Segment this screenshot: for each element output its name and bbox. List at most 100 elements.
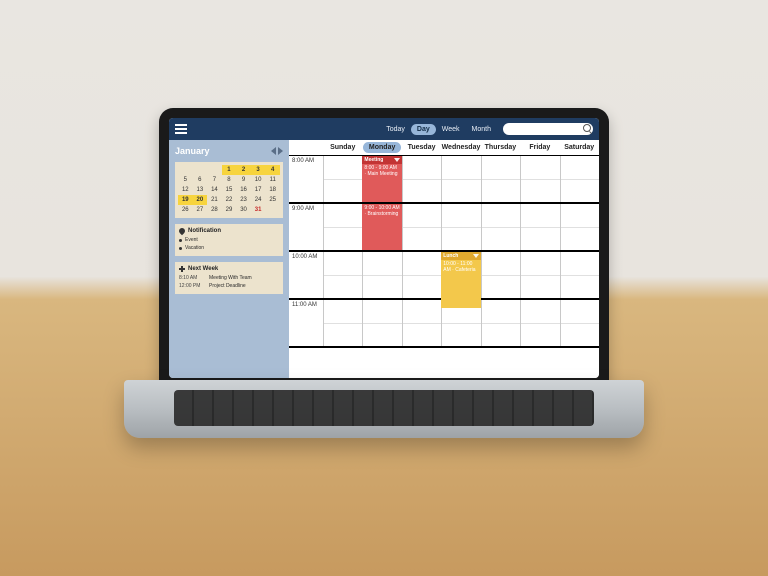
app-root: TodayDayWeekMonth January [169, 118, 599, 378]
cal-day[interactable]: 16 [236, 185, 251, 195]
time-slot[interactable] [560, 204, 599, 250]
cal-day[interactable]: 10 [251, 175, 266, 185]
day-header-tuesday[interactable]: Tuesday [402, 140, 441, 155]
time-slot[interactable] [402, 156, 441, 202]
time-slot[interactable] [560, 252, 599, 298]
cal-day[interactable]: 31 [251, 205, 266, 215]
cal-day [193, 165, 208, 175]
cal-day[interactable]: 13 [193, 185, 208, 195]
cal-day[interactable]: 26 [178, 205, 193, 215]
notification-panel: Notification EventVacation [175, 224, 283, 256]
plus-icon[interactable] [179, 266, 185, 272]
view-month[interactable]: Month [466, 124, 497, 135]
cal-day[interactable]: 18 [265, 185, 280, 195]
bell-icon [178, 227, 186, 235]
dot-icon [179, 247, 182, 250]
cal-day[interactable]: 27 [193, 205, 208, 215]
time-slot[interactable] [323, 300, 362, 346]
cal-day[interactable]: 19 [178, 195, 193, 205]
prev-month-icon[interactable] [271, 147, 276, 155]
time-slot[interactable] [402, 300, 441, 346]
time-slot[interactable] [441, 204, 480, 250]
cal-day[interactable]: 7 [207, 175, 222, 185]
event-block[interactable]: Meeting8:00 - 9:00 AM · Main Meeting [362, 156, 401, 202]
cal-day[interactable]: 28 [207, 205, 222, 215]
month-label: January [175, 146, 210, 156]
cal-day [207, 165, 222, 175]
cal-day[interactable]: 20 [193, 195, 208, 205]
cal-day[interactable]: 8 [222, 175, 237, 185]
time-slot[interactable] [481, 252, 520, 298]
time-slot[interactable] [560, 156, 599, 202]
cal-day[interactable]: 2 [236, 165, 251, 175]
screen-bezel: TodayDayWeekMonth January [159, 108, 609, 388]
time-slot[interactable] [481, 204, 520, 250]
cal-day[interactable]: 21 [207, 195, 222, 205]
cal-day[interactable]: 25 [265, 195, 280, 205]
day-header-row: SundayMondayTuesdayWednesdayThursdayFrid… [289, 140, 599, 156]
cal-day[interactable]: 17 [251, 185, 266, 195]
keyboard [174, 390, 594, 426]
day-header-saturday[interactable]: Saturday [560, 140, 599, 155]
sidebar: January 12345678910111213141516171819202… [169, 140, 289, 378]
cal-day[interactable]: 29 [222, 205, 237, 215]
time-slot[interactable] [520, 156, 559, 202]
time-slot[interactable] [520, 204, 559, 250]
time-slot[interactable] [520, 252, 559, 298]
day-header-sunday[interactable]: Sunday [323, 140, 362, 155]
cal-day[interactable]: 12 [178, 185, 193, 195]
time-slot[interactable] [323, 156, 362, 202]
cal-day[interactable]: 14 [207, 185, 222, 195]
time-slot[interactable] [323, 252, 362, 298]
chevron-down-icon [473, 254, 479, 258]
next-week-item[interactable]: 8:10 AMMeeting With Team [179, 274, 279, 282]
next-week-item[interactable]: 12:00 PMProject Deadline [179, 282, 279, 290]
cal-day[interactable]: 4 [265, 165, 280, 175]
day-header-thursday[interactable]: Thursday [481, 140, 520, 155]
notification-item[interactable]: Vacation [179, 244, 279, 252]
time-slot[interactable] [520, 300, 559, 346]
cal-day[interactable]: 23 [236, 195, 251, 205]
time-slot[interactable] [481, 156, 520, 202]
mini-calendar[interactable]: 1234567891011121314151617181920212223242… [175, 162, 283, 218]
event-block[interactable]: Lunch10:00 - 11:00 AM · Cafeteria [441, 252, 480, 308]
cal-day [265, 205, 280, 215]
cal-day[interactable]: 6 [193, 175, 208, 185]
time-slot[interactable] [441, 156, 480, 202]
cal-day[interactable]: 9 [236, 175, 251, 185]
next-week-title: Next Week [188, 266, 218, 272]
cal-day [178, 165, 193, 175]
cal-day[interactable]: 22 [222, 195, 237, 205]
next-week-panel: Next Week 8:10 AMMeeting With Team12:00 … [175, 262, 283, 294]
cal-day[interactable]: 30 [236, 205, 251, 215]
notification-item[interactable]: Event [179, 236, 279, 244]
view-day[interactable]: Day [411, 124, 436, 135]
cal-day[interactable]: 1 [222, 165, 237, 175]
menu-icon[interactable] [175, 124, 187, 134]
day-header-monday[interactable]: Monday [362, 140, 401, 155]
time-slot[interactable] [362, 252, 401, 298]
day-header-friday[interactable]: Friday [520, 140, 559, 155]
laptop-base [124, 380, 644, 438]
view-today[interactable]: Today [380, 124, 411, 135]
month-header: January [175, 146, 283, 156]
hour-label: 9:00 AM [289, 204, 323, 250]
time-slot[interactable] [362, 300, 401, 346]
day-header-wednesday[interactable]: Wednesday [441, 140, 480, 155]
time-slot[interactable] [402, 252, 441, 298]
dot-icon [179, 239, 182, 242]
cal-day[interactable]: 5 [178, 175, 193, 185]
search-input[interactable] [503, 123, 593, 135]
event-block[interactable]: 9:00 - 10:00 AM · Brainstorming [362, 204, 401, 250]
view-week[interactable]: Week [436, 124, 466, 135]
time-slot[interactable] [481, 300, 520, 346]
cal-day[interactable]: 11 [265, 175, 280, 185]
time-slot[interactable] [560, 300, 599, 346]
cal-day[interactable]: 24 [251, 195, 266, 205]
cal-day[interactable]: 3 [251, 165, 266, 175]
laptop-mock: TodayDayWeekMonth January [124, 108, 644, 468]
time-slot[interactable] [402, 204, 441, 250]
next-month-icon[interactable] [278, 147, 283, 155]
time-slot[interactable] [323, 204, 362, 250]
cal-day[interactable]: 15 [222, 185, 237, 195]
